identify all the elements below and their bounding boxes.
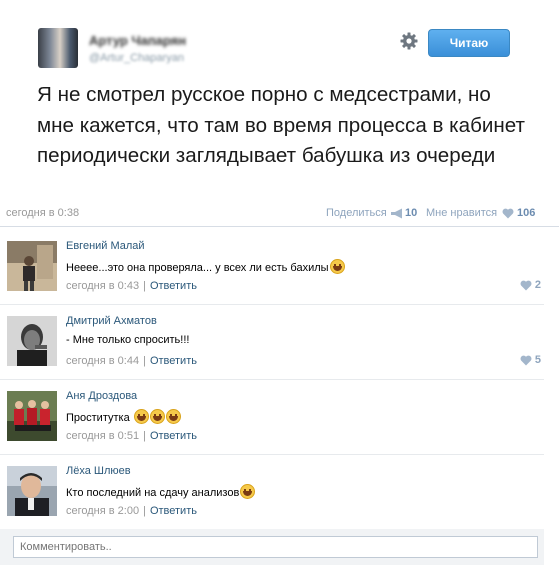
divider <box>0 226 559 227</box>
comment-input[interactable] <box>13 536 538 558</box>
follow-button[interactable]: Читаю <box>428 29 510 57</box>
comment-meta: сегодня в 0:44 | Ответить <box>66 355 197 367</box>
comment-item: Дмитрий Ахматов - Мне только спросить!!!… <box>0 305 559 380</box>
comment-text: Неееe...это она проверяла... у всех ли е… <box>66 259 345 274</box>
commenter-name[interactable]: Дмитрий Ахматов <box>66 315 157 327</box>
comment-item: Евгений Малай Неееe...это она проверяла.… <box>0 230 559 305</box>
comment-text: - Мне только спросить!!! <box>66 334 190 346</box>
tweet-author-name[interactable]: Артур Чапарян <box>89 33 186 48</box>
commenter-avatar[interactable] <box>7 391 57 441</box>
tweet-author-handle[interactable]: @Artur_Chaparyan <box>89 52 184 64</box>
comment-text: Проститутка <box>66 409 181 424</box>
share-count: 10 <box>405 207 418 219</box>
reply-link[interactable]: Ответить <box>150 355 197 367</box>
comment-item: Аня Дроздова Проститутка сегодня в 0:51 |… <box>0 380 559 455</box>
comment-time[interactable]: сегодня в 0:43 <box>66 280 139 292</box>
tweet-card: Артур Чапарян @Artur_Chaparyan Читаю Я н… <box>0 0 559 190</box>
comment-meta: сегодня в 0:43 | Ответить <box>66 280 197 292</box>
megaphone-icon[interactable] <box>390 208 404 219</box>
reply-link[interactable]: Ответить <box>150 430 197 442</box>
like-button[interactable]: Мне нравится <box>426 207 497 219</box>
reply-link[interactable]: Ответить <box>150 280 197 292</box>
comment-time[interactable]: сегодня в 2:00 <box>66 505 139 517</box>
commenter-name[interactable]: Аня Дроздова <box>66 390 137 402</box>
comment-meta: сегодня в 2:00 | Ответить <box>66 505 197 517</box>
reply-link[interactable]: Ответить <box>150 505 197 517</box>
grinning-face-emoji <box>133 409 149 424</box>
tweet-author-avatar[interactable] <box>38 28 78 68</box>
comment-like[interactable]: 2 <box>520 279 541 291</box>
heart-icon[interactable] <box>520 280 532 291</box>
comment-meta: сегодня в 0:51 | Ответить <box>66 430 197 442</box>
comment-like[interactable]: 5 <box>520 354 541 366</box>
post-meta-row: сегодня в 0:38 Поделиться 10 Мне нравитс… <box>0 203 559 225</box>
comment-text: Кто последний на сдачу анализов <box>66 484 256 499</box>
commenter-name[interactable]: Евгений Малай <box>66 240 145 252</box>
post-time[interactable]: сегодня в 0:38 <box>6 207 79 219</box>
comment-time[interactable]: сегодня в 0:51 <box>66 430 139 442</box>
share-button[interactable]: Поделиться <box>326 207 387 219</box>
comment-time[interactable]: сегодня в 0:44 <box>66 355 139 367</box>
commenter-name[interactable]: Лёха Шлюев <box>66 465 131 477</box>
tweet-text: Я не смотрел русское порно с медсестрами… <box>37 83 525 167</box>
grinning-face-emoji <box>149 409 165 424</box>
commenter-avatar[interactable] <box>7 241 57 291</box>
heart-icon[interactable] <box>502 208 514 219</box>
grinning-face-emoji <box>329 259 345 274</box>
commenter-avatar[interactable] <box>7 316 57 366</box>
gear-icon[interactable] <box>399 31 419 51</box>
commenter-avatar[interactable] <box>7 466 57 516</box>
grinning-face-emoji <box>240 484 256 499</box>
heart-icon[interactable] <box>520 355 532 366</box>
comment-like-count: 2 <box>534 279 541 291</box>
comment-item: Лёха Шлюев Кто последний на сдачу анализ… <box>0 455 559 530</box>
grinning-face-emoji <box>165 409 181 424</box>
comment-like-count: 5 <box>534 354 541 366</box>
like-count: 106 <box>517 207 536 219</box>
